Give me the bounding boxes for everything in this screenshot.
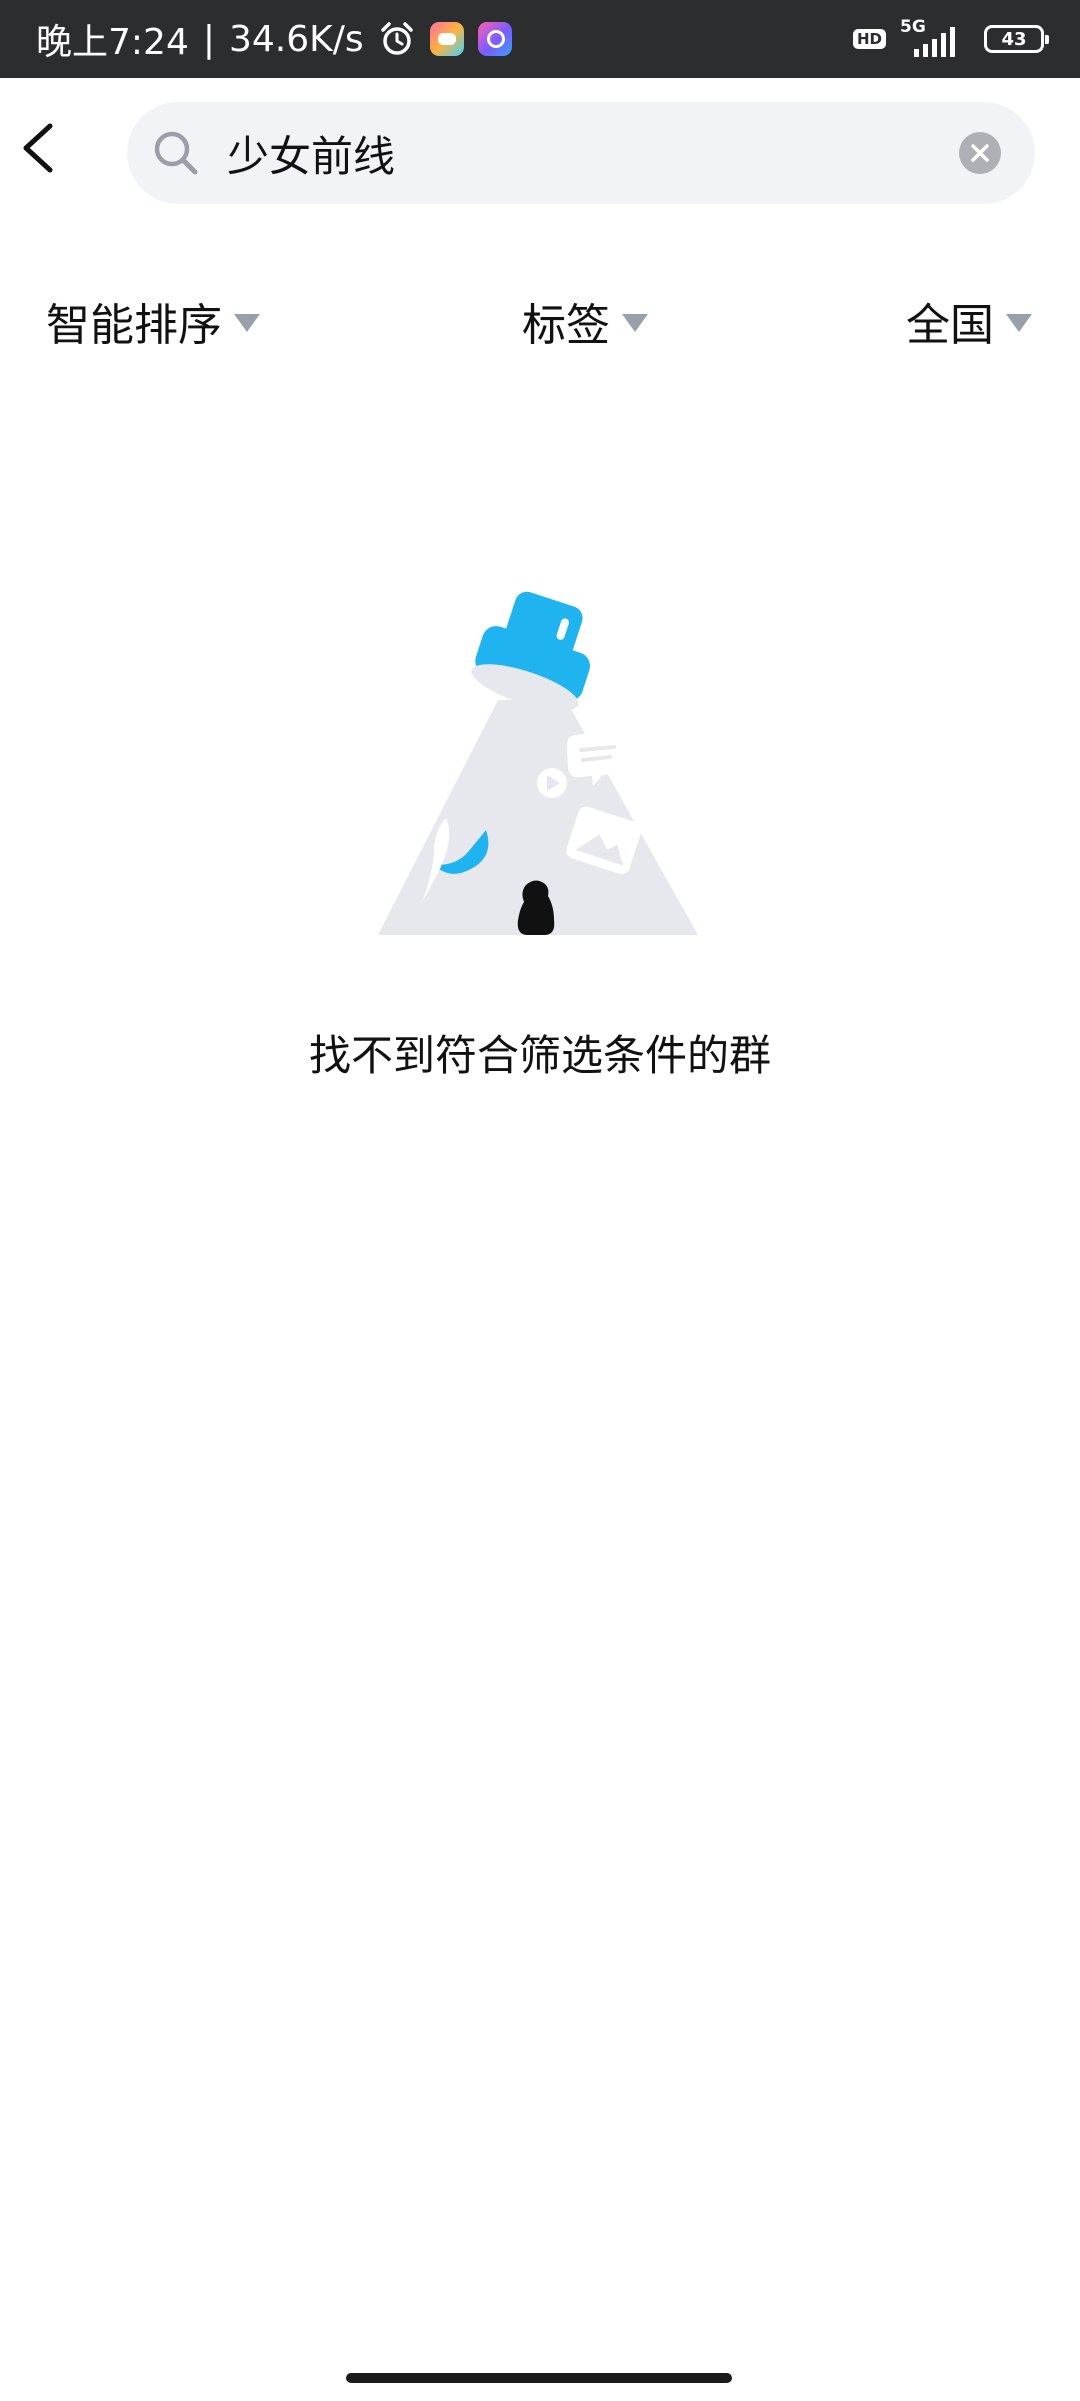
battery-icon: 43 — [984, 25, 1049, 53]
search-icon — [154, 131, 198, 175]
status-time: 晚上7:24 — [36, 22, 189, 63]
search-input[interactable] — [227, 102, 947, 204]
triangle-down-icon — [234, 314, 260, 332]
triangle-down-icon — [1006, 314, 1032, 332]
filter-sort-label: 智能排序 — [46, 300, 222, 351]
game-app-icon — [429, 22, 464, 56]
back-arrow-icon — [23, 123, 53, 173]
status-separator: | — [202, 18, 215, 60]
back-button[interactable] — [14, 112, 74, 184]
filter-tag-label: 标签 — [522, 300, 610, 351]
signal-bars — [914, 27, 955, 57]
triangle-down-icon — [622, 314, 648, 332]
network-speed: 34.6K/s — [228, 18, 364, 60]
status-bar: 晚上7:24 | 34.6K/s HD 5G 43 — [0, 0, 1080, 78]
search-app-icon — [477, 22, 512, 56]
filter-sort-dropdown[interactable]: 智能排序 — [46, 286, 260, 356]
clear-button[interactable] — [959, 132, 1001, 174]
empty-state-message: 找不到符合筛选条件的群 — [308, 1031, 771, 1080]
clear-icon — [971, 144, 989, 162]
flashlight-penguin-illustration — [378, 591, 698, 935]
filter-region-label: 全国 — [906, 300, 994, 351]
hd-icon: HD — [852, 29, 886, 49]
signal-icon: 5G — [900, 17, 970, 59]
filter-tag-dropdown[interactable]: 标签 — [522, 286, 648, 356]
alarm-icon — [380, 22, 413, 55]
battery-level: 43 — [1001, 28, 1027, 50]
status-left: 晚上7:24 | 34.6K/s — [36, 0, 512, 78]
status-right: HD 5G 43 — [852, 0, 1049, 78]
filter-region-dropdown[interactable]: 全国 — [906, 286, 1032, 356]
home-indicator[interactable] — [346, 2373, 732, 2383]
search-box[interactable] — [127, 102, 1035, 204]
